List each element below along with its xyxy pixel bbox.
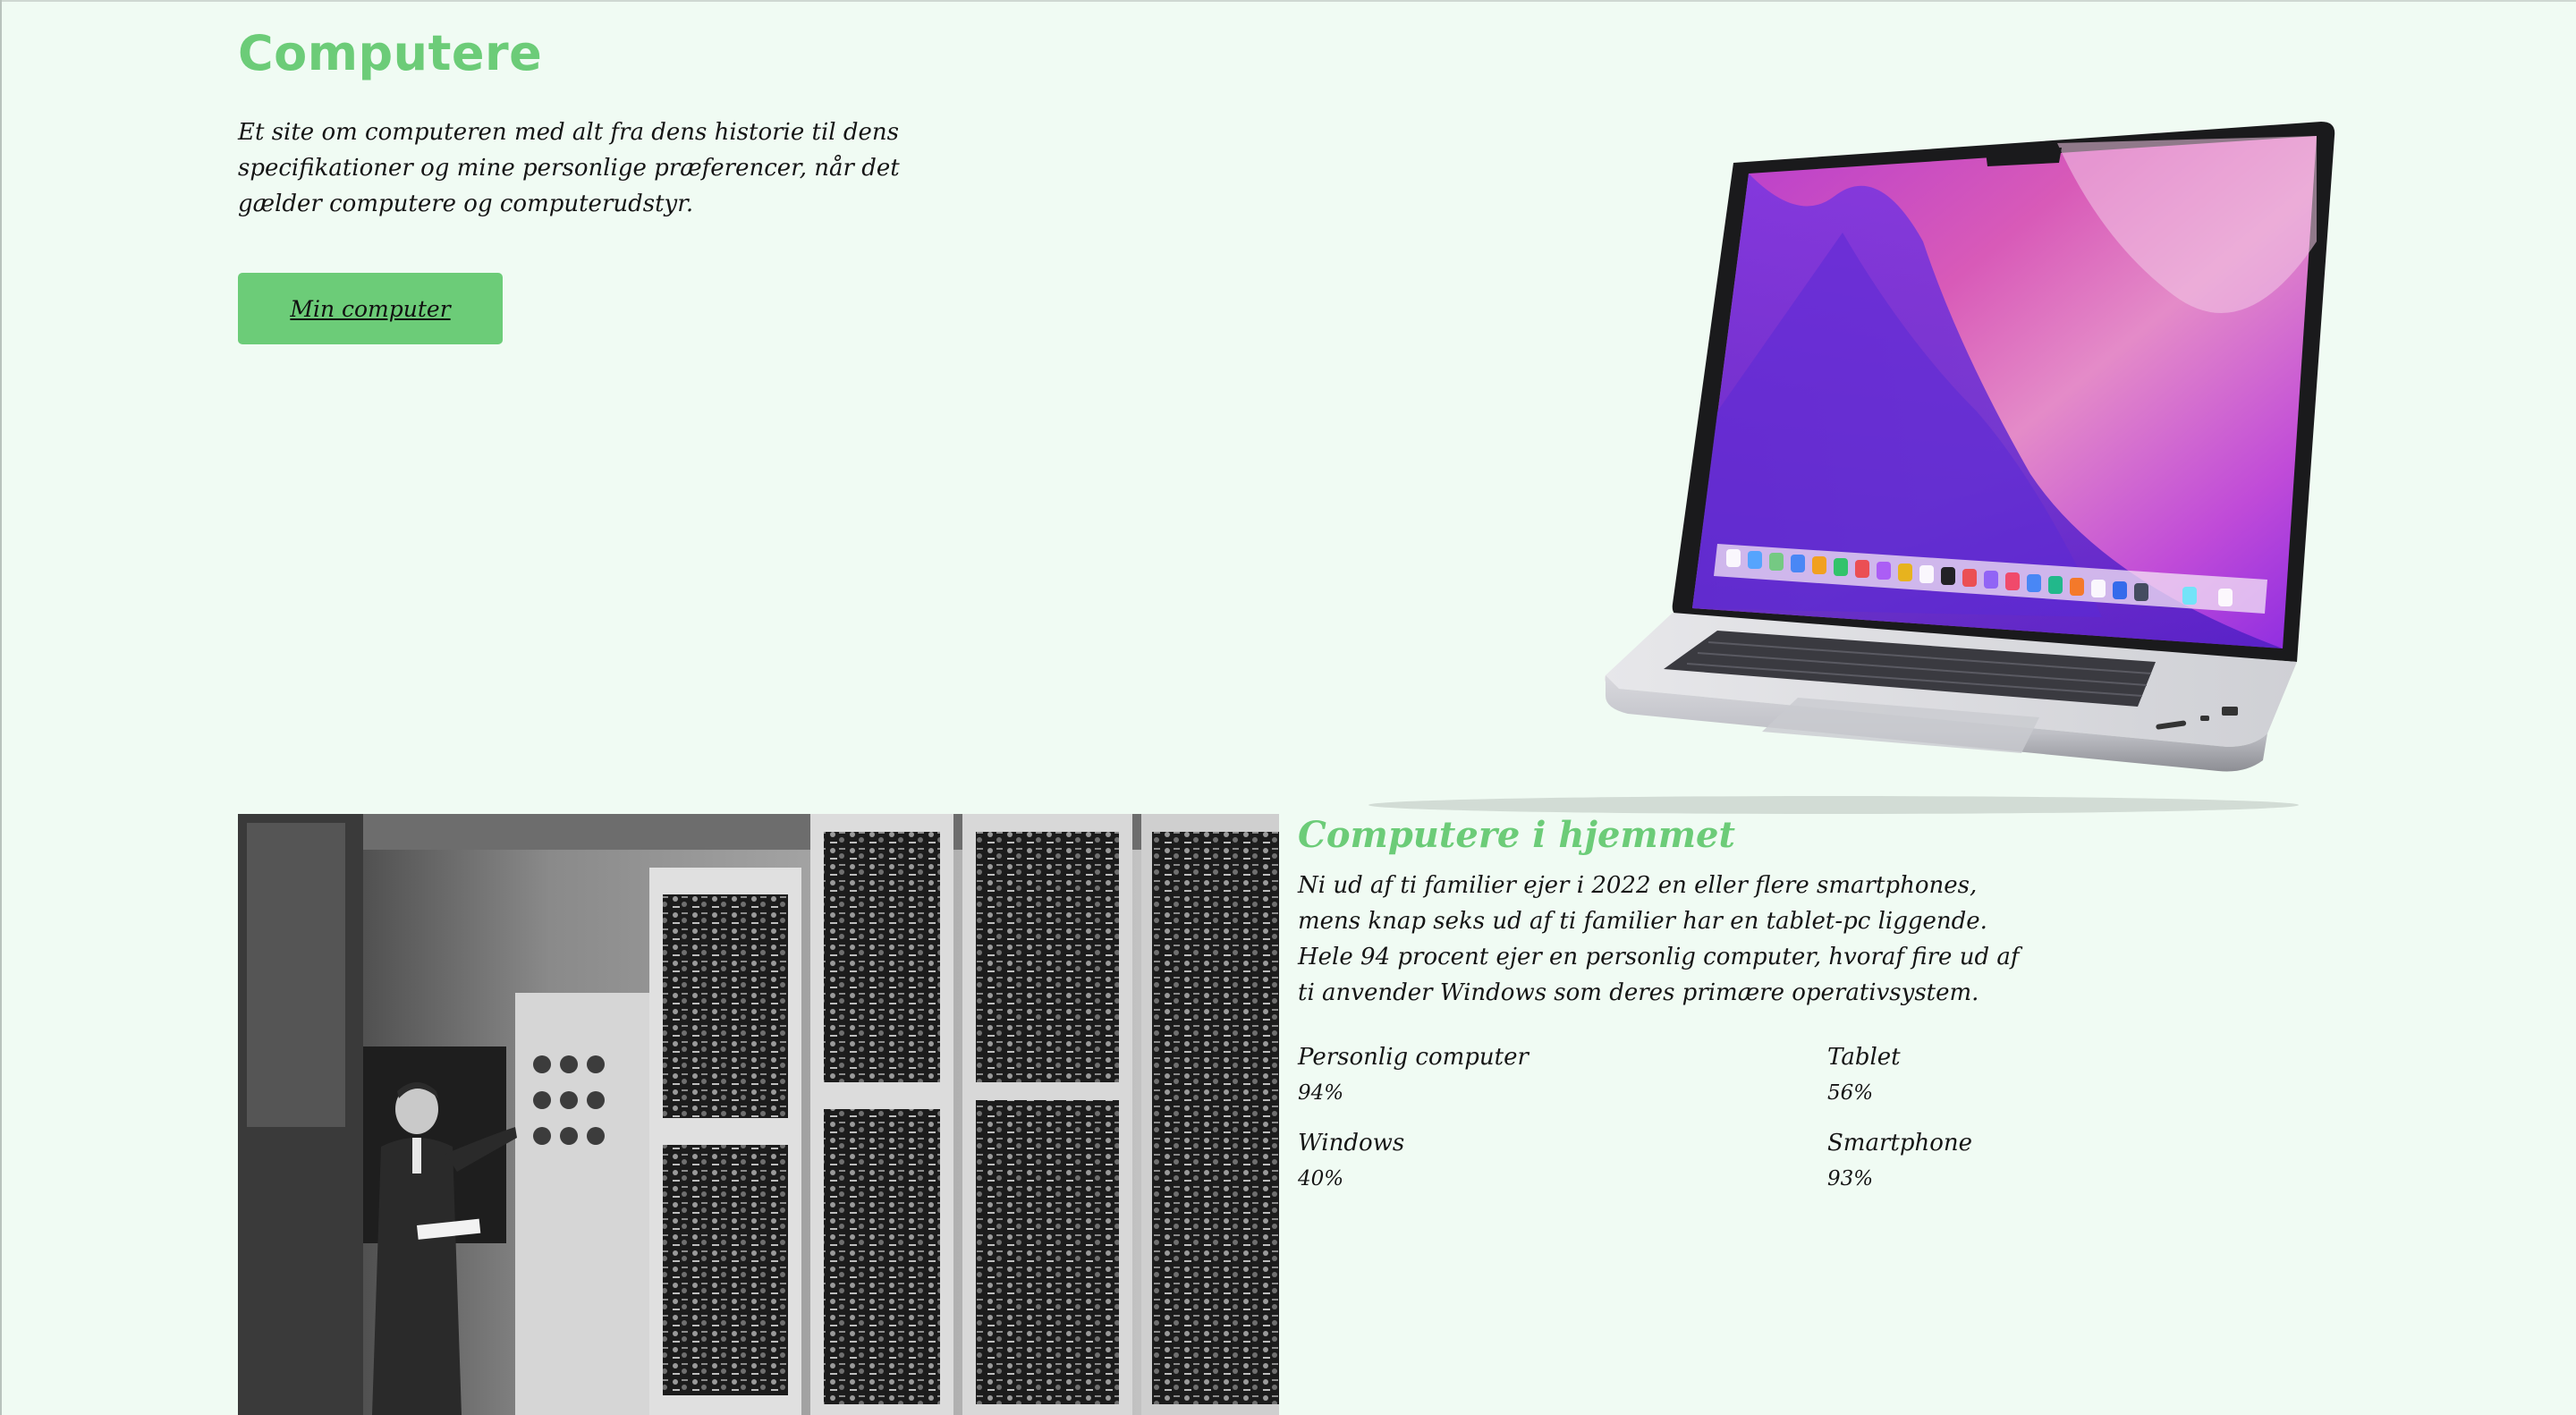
stat-windows: Windows 40% (1298, 1125, 1404, 1197)
hero-intro: Et site om computeren med alt fra dens h… (238, 119, 900, 217)
stat-label: Windows (1298, 1130, 1405, 1157)
laptop-image (1368, 122, 2335, 814)
page: Computere Et site om computeren med alt … (0, 0, 2576, 1415)
stat-tablet: Tablet 56% (1827, 1039, 1901, 1111)
history-mainframe-image (238, 814, 1279, 1415)
section-body-home: Ni ud af ti familier ejer i 2022 en elle… (1298, 872, 2020, 1006)
stat-value: 40% (1298, 1167, 1344, 1190)
window-left-edge (0, 0, 2, 1415)
hero-title: Computere (238, 25, 543, 81)
stat-label: Tablet (1827, 1044, 1901, 1071)
min-computer-button[interactable]: Min computer (238, 273, 503, 344)
stat-label: Personlig computer (1298, 1044, 1529, 1071)
stat-label: Smartphone (1827, 1130, 1973, 1157)
stat-personal-computer: Personlig computer 94% (1298, 1039, 1529, 1111)
stat-value: 56% (1827, 1081, 1874, 1105)
stat-value: 94% (1298, 1081, 1344, 1105)
stat-value: 93% (1827, 1167, 1874, 1190)
section-title-home: Computere i hjemmet (1298, 814, 1735, 856)
window-top-edge (0, 0, 2576, 2)
stat-smartphone: Smartphone 93% (1827, 1125, 1972, 1197)
